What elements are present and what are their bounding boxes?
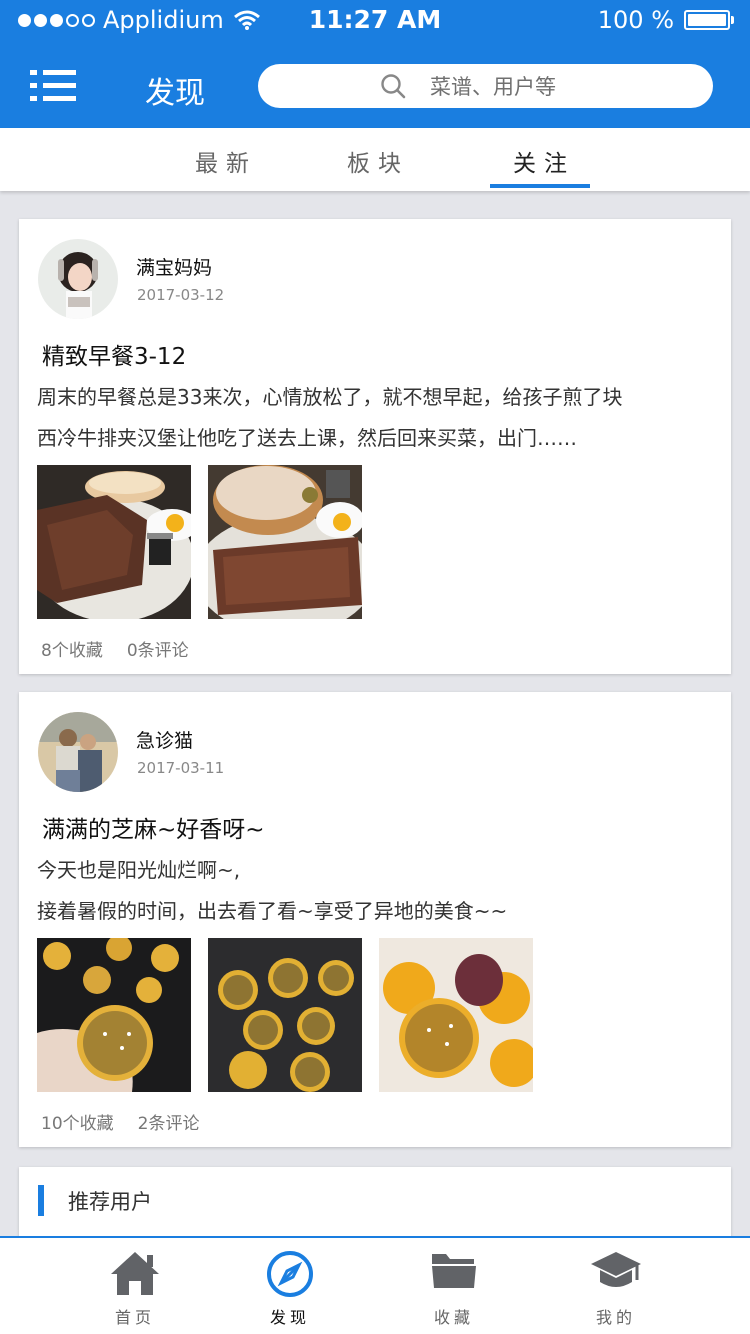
- nav-discover[interactable]: 发现: [215, 1238, 365, 1334]
- post-stats: 8个收藏 0条评论: [41, 636, 189, 661]
- folder-icon: [432, 1254, 476, 1288]
- nav-home[interactable]: 首页: [60, 1238, 210, 1334]
- tab-bar: 最新 板块 关注: [0, 128, 750, 191]
- favorites-count[interactable]: 8个收藏: [41, 641, 103, 661]
- comments-count[interactable]: 2条评论: [138, 1114, 200, 1134]
- post-photo[interactable]: [37, 938, 191, 1092]
- bottom-nav: 首页 发现 收藏 我的: [0, 1236, 750, 1334]
- post-excerpt: 周末的早餐总是33来次，心情放松了，就不想早起，给孩子煎了块 西冷牛排夹汉堡让他…: [37, 385, 623, 450]
- compass-icon: [267, 1251, 313, 1297]
- home-icon: [111, 1252, 159, 1295]
- favorites-count[interactable]: 10个收藏: [41, 1114, 114, 1134]
- post-stats: 10个收藏 2条评论: [41, 1109, 199, 1134]
- post-title[interactable]: 满满的芝麻~好香呀~: [42, 810, 265, 844]
- post-title[interactable]: 精致早餐3-12: [42, 337, 186, 371]
- post-author[interactable]: 满宝妈妈: [136, 253, 212, 280]
- post-card[interactable]: 满宝妈妈 2017-03-12 精致早餐3-12 周末的早餐总是33来次，心情放…: [19, 219, 731, 674]
- avatar[interactable]: [38, 712, 118, 792]
- tab-boards[interactable]: 板块: [347, 144, 409, 178]
- section-title: 推荐用户: [68, 1190, 152, 1214]
- post-photo[interactable]: [379, 938, 533, 1092]
- post-photo[interactable]: [208, 938, 362, 1092]
- section-accent-bar: [38, 1185, 44, 1216]
- post-date: 2017-03-12: [137, 286, 225, 304]
- app-header: Applidium 11:27 AM 100 % 发现: [0, 0, 750, 128]
- tab-latest[interactable]: 最新: [195, 144, 257, 178]
- post-date: 2017-03-11: [137, 759, 225, 777]
- post-photo[interactable]: [37, 465, 191, 619]
- comments-count[interactable]: 0条评论: [127, 641, 189, 661]
- search-input[interactable]: [428, 68, 692, 106]
- status-bar: Applidium 11:27 AM 100 %: [0, 0, 750, 40]
- post-excerpt: 今天也是阳光灿烂啊~, 接着暑假的时间，出去看了看~享受了异地的美食~~: [37, 858, 508, 923]
- nav-favorites[interactable]: 收藏: [379, 1238, 529, 1334]
- nav-profile[interactable]: 我的: [541, 1238, 691, 1334]
- active-tab-indicator: [490, 184, 590, 188]
- search-bar[interactable]: [258, 64, 713, 108]
- tab-following[interactable]: 关注: [513, 144, 575, 178]
- search-icon: [381, 74, 406, 99]
- post-photos: [37, 465, 362, 619]
- battery-icon: [684, 10, 734, 30]
- battery-percent: 100 %: [597, 6, 674, 34]
- page-title: 发现: [145, 76, 205, 111]
- post-photos: [37, 938, 533, 1092]
- post-author[interactable]: 急诊猫: [136, 726, 193, 753]
- avatar[interactable]: [38, 239, 118, 319]
- post-photo[interactable]: [208, 465, 362, 619]
- menu-icon[interactable]: [30, 70, 76, 102]
- recommended-users-section: 推荐用户: [19, 1167, 731, 1247]
- graduation-cap-icon: [591, 1252, 641, 1287]
- post-card[interactable]: 急诊猫 2017-03-11 满满的芝麻~好香呀~ 今天也是阳光灿烂啊~, 接着…: [19, 692, 731, 1147]
